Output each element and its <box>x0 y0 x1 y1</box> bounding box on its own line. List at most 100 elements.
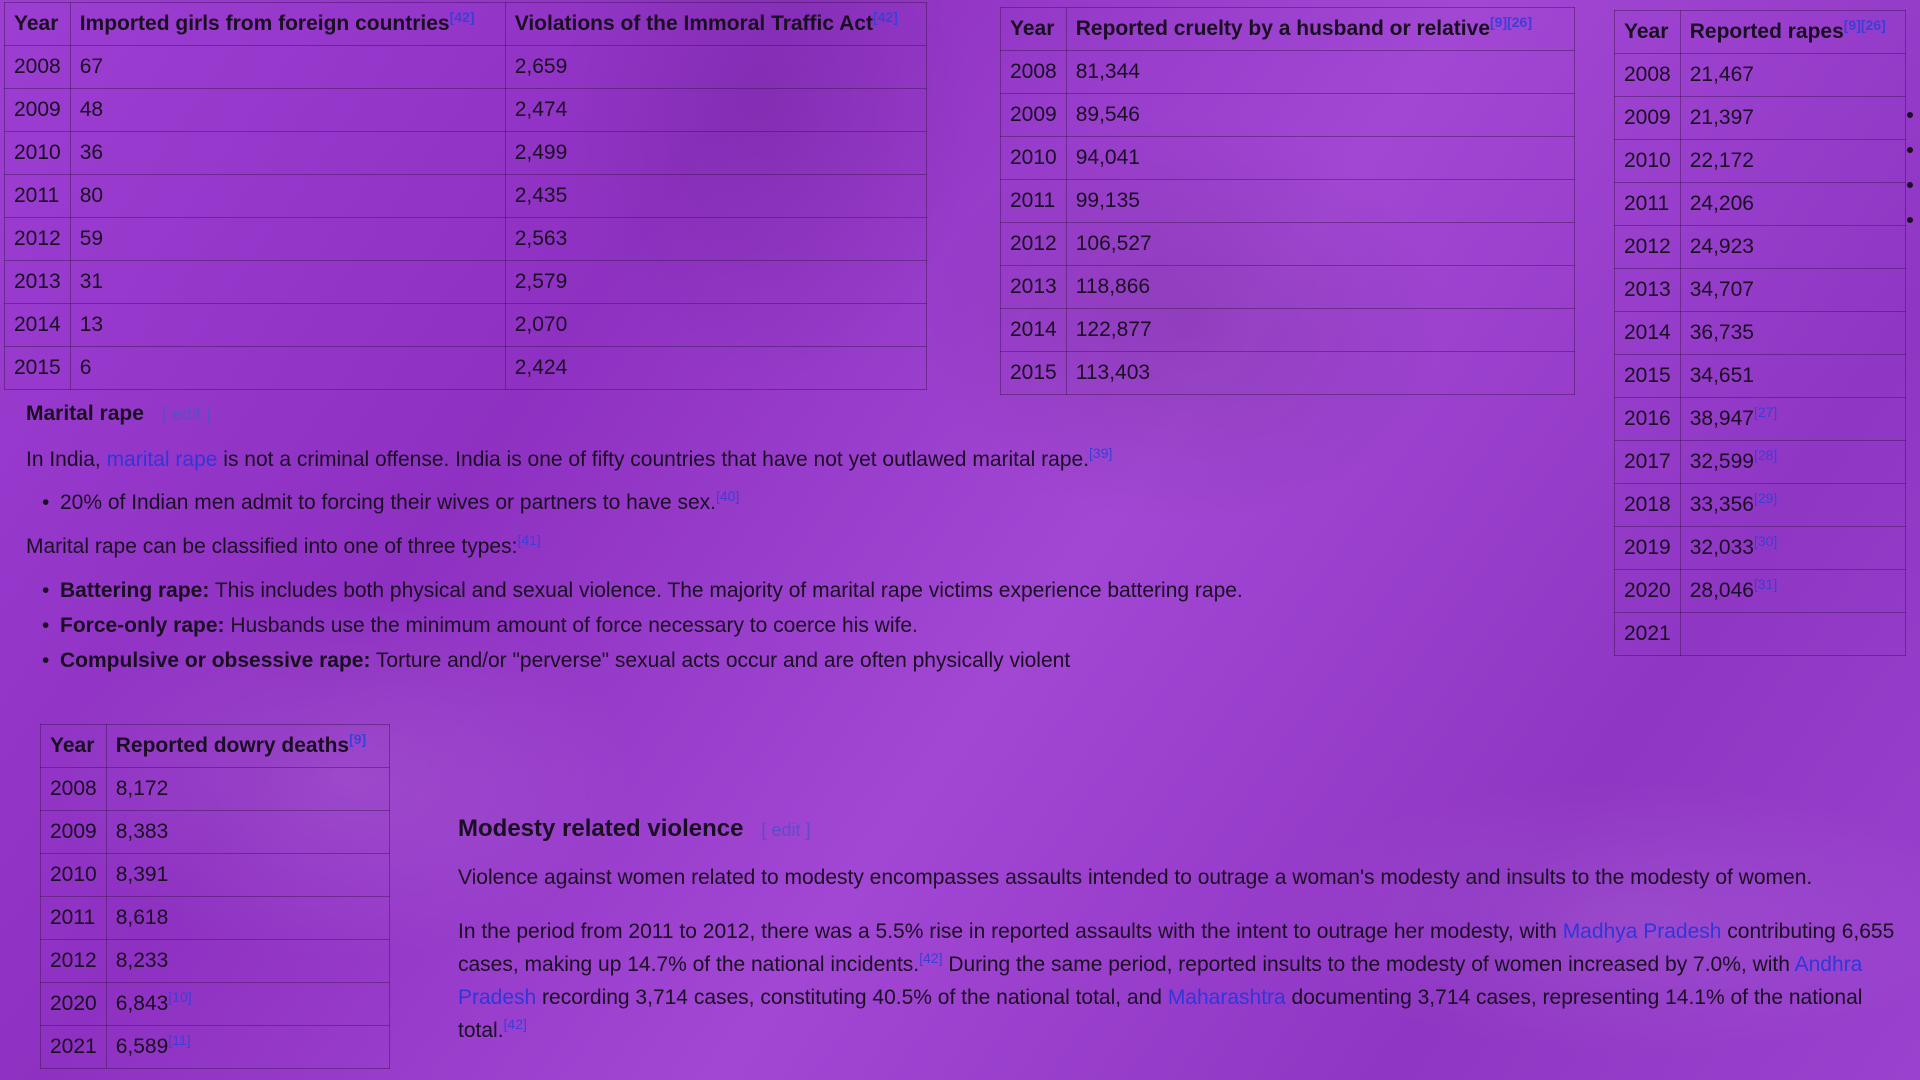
bullet-dot <box>1907 182 1913 188</box>
cruelty-table: Year Reported cruelty by a husband or re… <box>1000 7 1575 395</box>
reference-link[interactable]: [41] <box>517 532 540 548</box>
reference-link[interactable]: [9] <box>349 731 366 747</box>
value-cell: 122,877 <box>1065 308 1575 352</box>
year-cell: 2011 <box>4 174 71 218</box>
reference-link[interactable]: [42] <box>919 950 942 966</box>
imported-girls-header: Imported girls from foreign countries[42… <box>69 2 506 46</box>
maharashtra-link[interactable]: Maharashtra <box>1168 986 1286 1009</box>
value-cell: 2,499 <box>504 131 927 175</box>
year-cell: 2010 <box>1000 136 1067 180</box>
year-cell: 2010 <box>1614 139 1681 183</box>
year-cell: 2012 <box>40 939 107 983</box>
reference-link[interactable]: [9][26] <box>1490 14 1532 30</box>
year-cell: 2015 <box>1614 354 1681 398</box>
reference-link[interactable]: [39] <box>1089 445 1112 461</box>
year-cell: 2009 <box>4 88 71 132</box>
value-cell: 8,618 <box>105 896 390 940</box>
table-row: 2010 36 2,499 <box>4 131 927 175</box>
reference-link[interactable]: [29] <box>1754 490 1777 506</box>
year-cell: 2012 <box>1000 222 1067 266</box>
value-cell: 113,403 <box>1065 351 1575 395</box>
value-cell: 6,589[11] <box>105 1025 390 1069</box>
modesty-para-1: Violence against women related to modest… <box>458 866 1813 889</box>
year-cell: 2011 <box>1614 182 1681 226</box>
year-cell: 2011 <box>1000 179 1067 223</box>
year-cell: 2014 <box>1614 311 1681 355</box>
edit-link[interactable]: [ edit ] <box>761 820 810 840</box>
value-cell: 33,356[29] <box>1679 483 1906 527</box>
value-cell: 67 <box>69 45 506 89</box>
table-row: 2016 38,947[27] <box>1614 397 1906 441</box>
reference-link[interactable]: [42] <box>873 9 898 25</box>
trafficking-table: Year Imported girls from foreign countri… <box>4 2 927 390</box>
value-cell: 81,344 <box>1065 50 1575 94</box>
year-cell: 2015 <box>4 346 71 390</box>
reference-link[interactable]: [30] <box>1754 533 1777 549</box>
year-cell: 2014 <box>1000 308 1067 352</box>
year-cell: 2020 <box>1614 569 1681 613</box>
value-cell: 80 <box>69 174 506 218</box>
table-row: 2012 106,527 <box>1000 222 1575 266</box>
table-row: 2014 36,735 <box>1614 311 1906 355</box>
table-row: 2018 33,356[29] <box>1614 483 1906 527</box>
year-cell: 2018 <box>1614 483 1681 527</box>
table-row: 2009 89,546 <box>1000 93 1575 137</box>
reference-link[interactable]: [42] <box>504 1016 527 1032</box>
value-cell: 24,923 <box>1679 225 1906 269</box>
value-cell: 8,391 <box>105 853 390 897</box>
value-cell: 59 <box>69 217 506 261</box>
value-cell: 48 <box>69 88 506 132</box>
marital-rape-intro: In India, marital rape is not a criminal… <box>26 445 1113 471</box>
table-row: 2011 80 2,435 <box>4 174 927 218</box>
year-cell: 2011 <box>40 896 107 940</box>
year-cell: 2010 <box>40 853 107 897</box>
value-cell: 28,046[31] <box>1679 569 1906 613</box>
table-row: 2008 81,344 <box>1000 50 1575 94</box>
types-list: Battering rape: This includes both physi… <box>26 573 1243 678</box>
reference-link[interactable]: [11] <box>168 1032 190 1048</box>
dowry-table: Year Reported dowry deaths[9] 2008 8,172 2… <box>40 724 390 1069</box>
reference-link[interactable]: [42] <box>450 9 475 25</box>
year-cell: 2008 <box>1614 53 1681 97</box>
dowry-header: Reported dowry deaths[9] <box>105 724 390 768</box>
value-cell: 2,659 <box>504 45 927 89</box>
year-cell: 2013 <box>1614 268 1681 312</box>
table-row: 2015 6 2,424 <box>4 346 927 390</box>
reference-link[interactable]: [9][26] <box>1844 17 1886 33</box>
bullet-dot <box>1907 112 1913 118</box>
value-cell: 6,843[10] <box>105 982 390 1026</box>
reference-link[interactable]: [40] <box>716 488 739 504</box>
madhya-pradesh-link[interactable]: Madhya Pradesh <box>1563 920 1722 943</box>
value-cell: 2,579 <box>504 260 927 304</box>
table-row: 2009 21,397 <box>1614 96 1906 140</box>
value-cell: 21,397 <box>1679 96 1906 140</box>
table-row: 2008 8,172 <box>40 767 390 811</box>
year-cell: 2009 <box>40 810 107 854</box>
value-cell: 8,172 <box>105 767 390 811</box>
modesty-para-2: In the period from 2011 to 2012, there w… <box>458 920 1895 1042</box>
reference-link[interactable]: [28] <box>1754 447 1777 463</box>
year-header: Year <box>4 2 71 46</box>
table-row: 2015 113,403 <box>1000 351 1575 395</box>
reference-link[interactable]: [10] <box>168 989 191 1005</box>
value-cell: 34,707 <box>1679 268 1906 312</box>
table-row: 2010 22,172 <box>1614 139 1906 183</box>
marital-rape-link[interactable]: marital rape <box>107 448 218 471</box>
value-cell: 13 <box>69 303 506 347</box>
value-cell: 2,563 <box>504 217 927 261</box>
value-cell: 99,135 <box>1065 179 1575 223</box>
value-cell: 22,172 <box>1679 139 1906 183</box>
value-cell: 31 <box>69 260 506 304</box>
table-row: 2011 99,135 <box>1000 179 1575 223</box>
edit-link[interactable]: [ edit ] <box>162 404 211 424</box>
year-cell: 2020 <box>40 982 107 1026</box>
year-cell: 2010 <box>4 131 71 175</box>
value-cell: 8,383 <box>105 810 390 854</box>
list-item: Compulsive or obsessive rape: Torture an… <box>26 643 1243 678</box>
table-row: 2010 8,391 <box>40 853 390 897</box>
reference-link[interactable]: [31] <box>1754 576 1777 592</box>
year-cell: 2019 <box>1614 526 1681 570</box>
stat-list: 20% of Indian men admit to forcing their… <box>26 486 739 519</box>
reference-link[interactable]: [27] <box>1754 404 1777 420</box>
value-cell: 38,947[27] <box>1679 397 1906 441</box>
